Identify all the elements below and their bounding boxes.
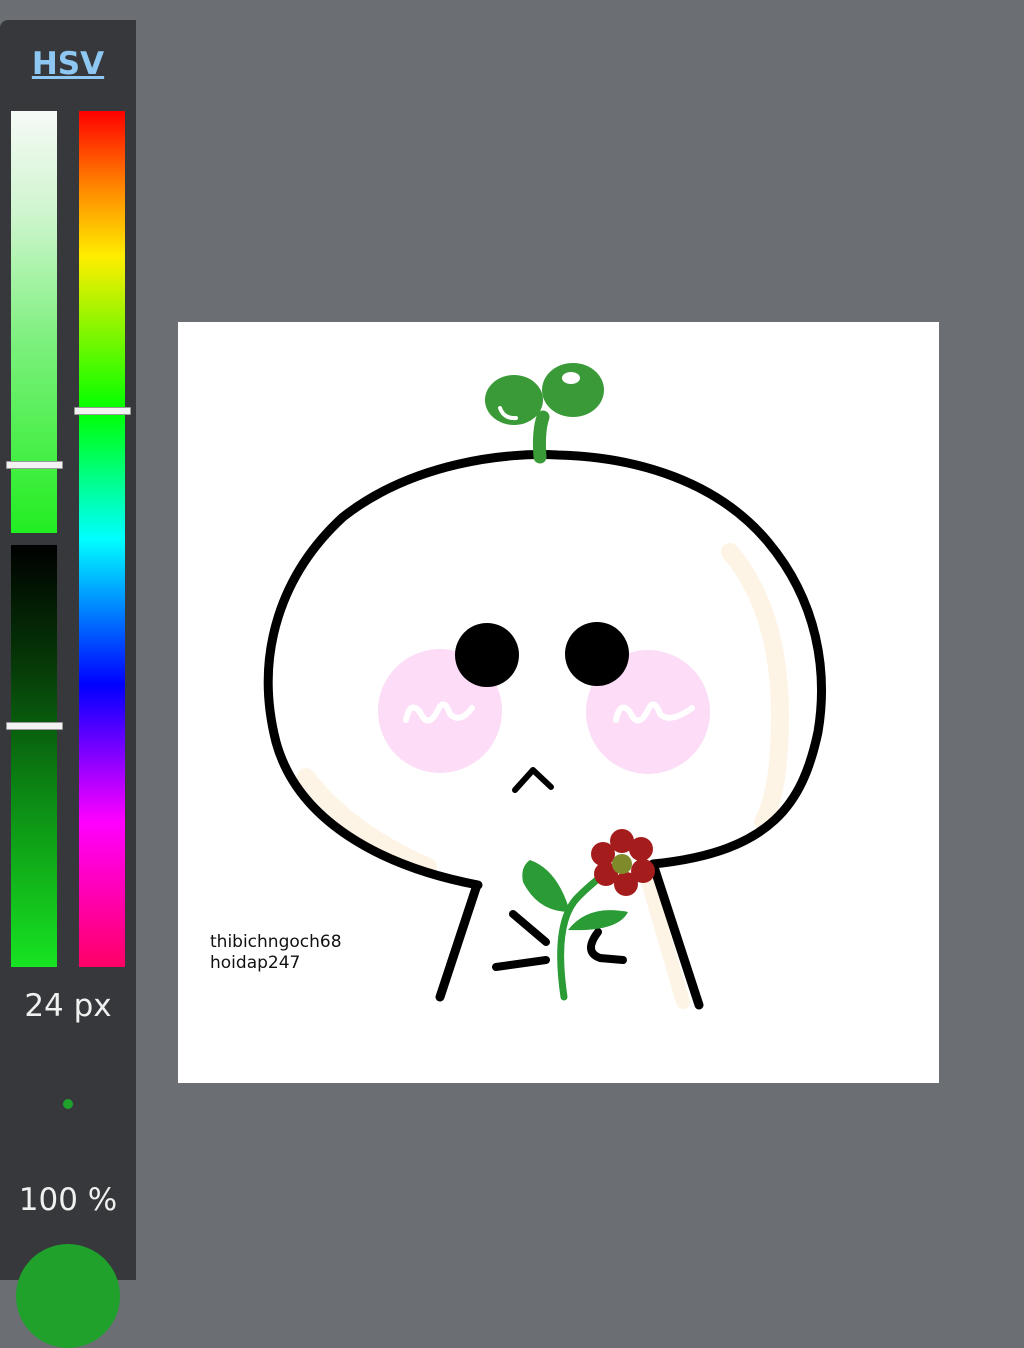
flower-leaf-right [568,910,628,931]
brush-opacity-label[interactable]: 100 % [0,1182,136,1218]
drawing-canvas[interactable]: thibichngoch68 hoidap247 [178,322,939,1083]
flower-leaf-left [522,860,570,912]
saturation-slider-handle[interactable] [6,461,63,470]
value-slider[interactable] [11,545,57,967]
brush-size-label[interactable]: 24 px [0,988,136,1024]
body-left-line [435,883,481,1002]
sprout-shine-right [562,372,580,384]
value-slider-handle[interactable] [6,722,63,731]
head-shading-right [721,543,789,831]
sprout-stem [532,410,550,464]
flower-stem [557,863,620,1001]
artist-signature: thibichngoch68 hoidap247 [210,932,342,974]
color-picker-panel: HSV 24 px 100 % [0,20,136,1348]
signature-line-2: hoidap247 [210,953,301,973]
left-arm [492,910,550,971]
signature-line-1: thibichngoch68 [210,932,342,952]
flower-center [612,854,632,874]
sprout-leaf-right [542,363,604,417]
brush-size-preview-dot [63,1099,73,1109]
hue-slider[interactable] [79,111,125,967]
current-color-swatch[interactable] [16,1244,120,1348]
hue-slider-handle[interactable] [74,406,131,415]
saturation-slider[interactable] [11,111,57,533]
eye-left [455,623,519,687]
mouth [512,767,554,793]
eye-right [565,622,629,686]
hsv-mode-tab[interactable]: HSV [0,46,136,82]
right-arm [587,928,627,964]
